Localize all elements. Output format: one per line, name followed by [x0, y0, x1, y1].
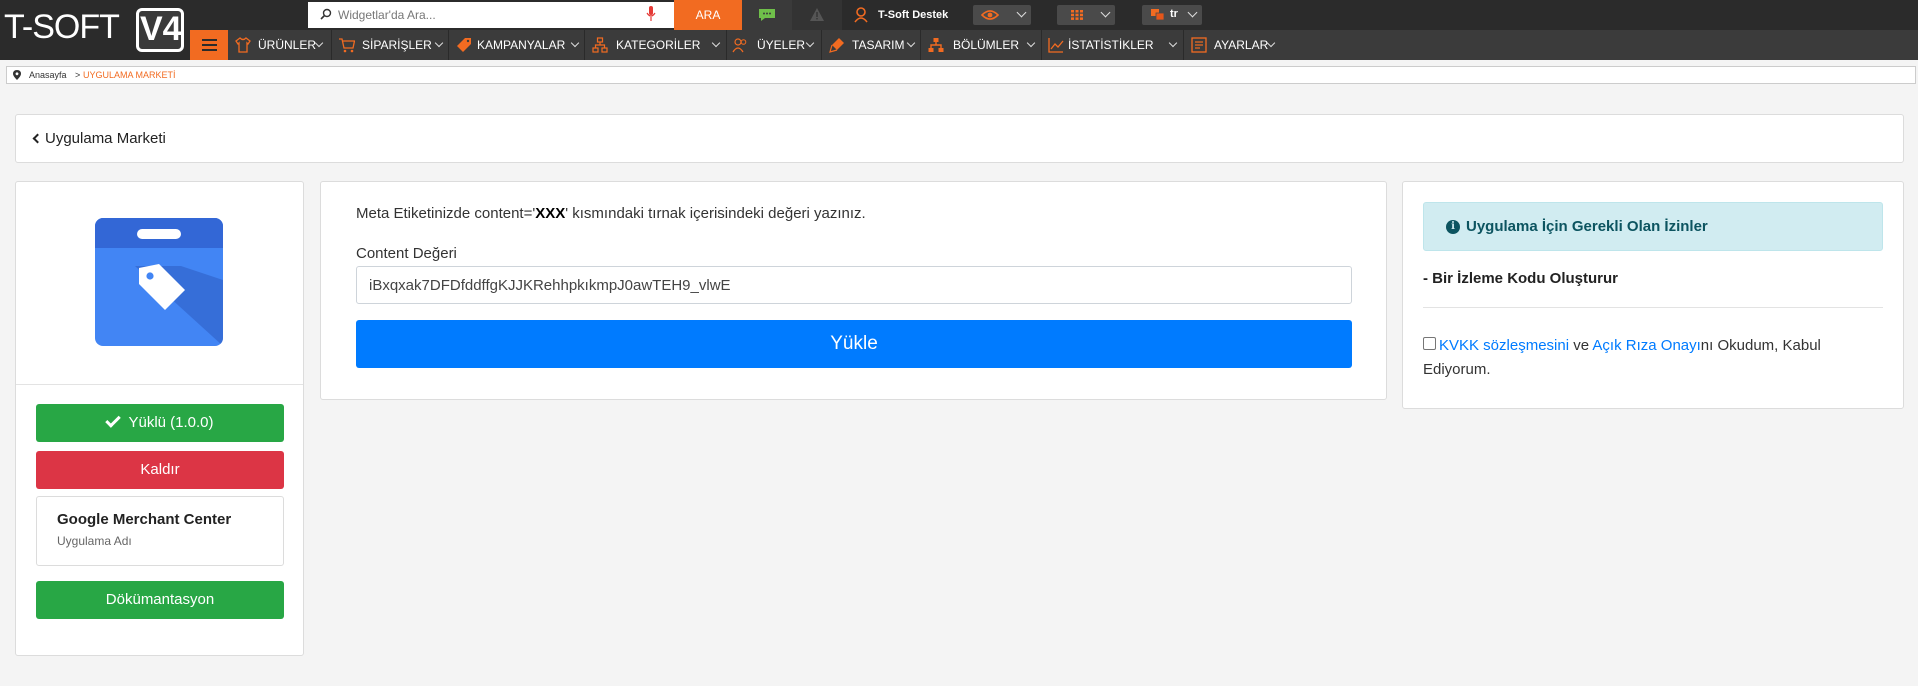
- upload-button[interactable]: Yükle: [356, 320, 1352, 368]
- logo-text: T-SOFT: [4, 8, 120, 46]
- language-label: tr: [1170, 8, 1178, 20]
- chart-icon: [1048, 38, 1064, 53]
- breadcrumb-separator: >: [75, 70, 81, 80]
- chevron-down-icon: [434, 38, 444, 48]
- permissions-title: Uygulama İçin Gerekli Olan İzinler: [1466, 218, 1708, 235]
- nav-label: AYARLAR: [1214, 38, 1269, 52]
- explicit-consent-link[interactable]: Açık Rıza Onayı: [1592, 337, 1700, 354]
- consent-text: KVKK sözleşmesini ve Açık Rıza Onayını O…: [1423, 334, 1863, 382]
- language-icon: [1151, 9, 1165, 21]
- chevron-down-icon: [1026, 38, 1036, 48]
- content-value-input[interactable]: [356, 266, 1352, 304]
- breadcrumb: Anasayfa > UYGULAMA MARKETİ: [6, 66, 1916, 84]
- support-label: T-Soft Destek: [878, 9, 949, 21]
- nav-label: ÜRÜNLER: [258, 38, 317, 52]
- shirt-icon: [235, 37, 251, 53]
- chevron-down-icon: [570, 38, 580, 48]
- apps-dropdown[interactable]: [1057, 5, 1115, 25]
- nav-label: ÜYELER: [757, 38, 806, 52]
- nav-item-campaigns[interactable]: KAMPANYALAR: [449, 30, 585, 60]
- breadcrumb-current: UYGULAMA MARKETİ: [83, 70, 176, 80]
- warning-icon: [810, 8, 824, 21]
- instruction-suffix: ' kısmındaki tırnak içerisindeki değeri …: [565, 205, 866, 222]
- breadcrumb-home-link[interactable]: Anasayfa: [29, 70, 67, 80]
- alerts-button[interactable]: [792, 0, 842, 30]
- nav-item-design[interactable]: TASARIM: [822, 30, 921, 60]
- hamburger-menu-button[interactable]: [190, 30, 228, 60]
- search-box: [308, 2, 674, 28]
- remove-button[interactable]: Kaldır: [36, 451, 284, 489]
- permissions-panel: i Uygulama İçin Gerekli Olan İzinler - B…: [1402, 181, 1904, 409]
- chevron-down-icon: [1168, 38, 1178, 48]
- tag-icon: [457, 38, 471, 52]
- search-icon: [320, 8, 332, 20]
- nav-item-sections[interactable]: BÖLÜMLER: [921, 30, 1042, 60]
- app-name: Google Merchant Center: [57, 511, 232, 528]
- page-header: Uygulama Marketi: [15, 114, 1904, 163]
- nav-label: KATEGORİLER: [616, 38, 701, 52]
- documentation-button[interactable]: Dökümantasyon: [36, 581, 284, 619]
- nav-label: BÖLÜMLER: [953, 38, 1020, 52]
- users-icon: [732, 38, 747, 53]
- paint-icon: [829, 38, 844, 53]
- instruction-prefix: Meta Etiketinizde content=': [356, 205, 536, 222]
- installed-button[interactable]: Yüklü (1.0.0): [36, 404, 284, 442]
- settings-form: Meta Etiketinizde content='XXX' kısmında…: [320, 181, 1387, 400]
- nav-item-products[interactable]: ÜRÜNLER: [228, 30, 332, 60]
- chevron-down-icon: [1187, 7, 1198, 18]
- logo-version: V4: [140, 10, 182, 48]
- chevron-down-icon: [711, 38, 721, 48]
- location-pin-icon: [13, 70, 21, 80]
- nav-item-categories[interactable]: KATEGORİLER: [585, 30, 727, 60]
- instruction-code: XXX: [535, 205, 566, 222]
- nav-label: TASARIM: [852, 38, 905, 52]
- chevron-left-icon[interactable]: [32, 133, 43, 144]
- app-name-caption: Uygulama Adı: [57, 534, 132, 548]
- nav-item-statistics[interactable]: İSTATİSTİKLER: [1042, 30, 1184, 60]
- settings-list-icon: [1191, 37, 1207, 53]
- chevron-down-icon: [1016, 7, 1027, 18]
- instruction-text: Meta Etiketinizde content='XXX' kısmında…: [356, 205, 866, 222]
- app-info-card: Google Merchant Center Uygulama Adı: [36, 496, 284, 566]
- microphone-icon[interactable]: [646, 6, 656, 22]
- search-button[interactable]: ARA: [674, 0, 742, 30]
- consent-conjunction: ve: [1569, 337, 1593, 354]
- hierarchy-icon: [928, 38, 944, 52]
- check-icon: [105, 412, 122, 428]
- language-dropdown[interactable]: tr: [1142, 5, 1202, 25]
- chat-icon: [759, 9, 775, 21]
- divider: [1423, 307, 1883, 308]
- chevron-down-icon: [805, 38, 815, 48]
- permissions-alert: i Uygulama İçin Gerekli Olan İzinler: [1423, 202, 1883, 251]
- messages-button[interactable]: [742, 0, 792, 30]
- permission-item: - Bir İzleme Kodu Oluşturur: [1423, 270, 1619, 287]
- grid-icon: [1071, 10, 1083, 20]
- page-title[interactable]: Uygulama Marketi: [45, 130, 166, 147]
- content-label: Content Değeri: [356, 245, 457, 262]
- app-sidebar: Yüklü (1.0.0) Kaldır Google Merchant Cen…: [15, 181, 304, 656]
- nav-label: KAMPANYALAR: [477, 38, 566, 52]
- cart-icon: [339, 38, 355, 53]
- divider: [16, 384, 303, 385]
- chevron-down-icon: [314, 38, 324, 48]
- search-input[interactable]: [338, 5, 638, 25]
- support-link[interactable]: T-Soft Destek: [842, 0, 962, 30]
- nav-item-settings[interactable]: AYARLAR: [1184, 30, 1282, 60]
- nav-label: SİPARİŞLER: [362, 38, 432, 52]
- sitemap-icon: [592, 37, 608, 53]
- chevron-down-icon: [1100, 7, 1111, 18]
- main-nav: ÜRÜNLER SİPARİŞLER KAMPANYALAR KATEGORİL…: [190, 30, 1918, 60]
- user-icon: [854, 7, 868, 23]
- eye-icon: [981, 10, 999, 20]
- nav-label: İSTATİSTİKLER: [1068, 38, 1154, 52]
- logo[interactable]: T-SOFT V4: [0, 0, 190, 60]
- preview-dropdown[interactable]: [973, 5, 1031, 25]
- info-icon: i: [1446, 220, 1460, 234]
- installed-label: Yüklü (1.0.0): [128, 414, 214, 431]
- google-merchant-center-icon: [95, 218, 223, 346]
- kvkk-link[interactable]: KVKK sözleşmesini: [1439, 337, 1569, 354]
- nav-item-orders[interactable]: SİPARİŞLER: [332, 30, 449, 60]
- nav-item-members[interactable]: ÜYELER: [727, 30, 822, 60]
- chevron-down-icon: [906, 38, 916, 48]
